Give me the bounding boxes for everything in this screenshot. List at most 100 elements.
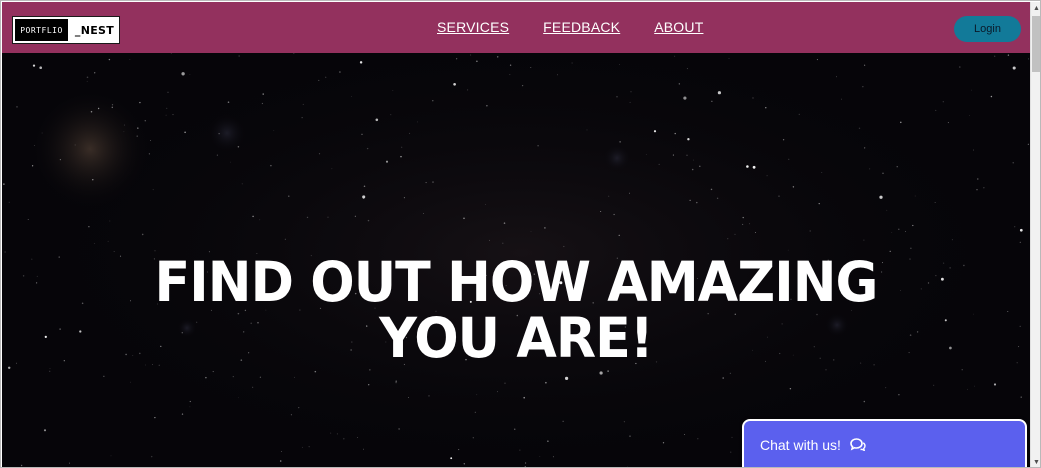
star xyxy=(363,448,364,450)
nav-link-feedback[interactable]: FEEDBACK xyxy=(543,19,620,35)
site-logo[interactable]: PORTFLIO _NEST xyxy=(12,16,120,44)
star xyxy=(123,124,126,126)
star xyxy=(301,117,303,119)
scroll-up-arrow-icon[interactable]: ▲ xyxy=(1031,2,1040,14)
star xyxy=(889,250,891,252)
star xyxy=(458,449,460,451)
star xyxy=(1027,143,1029,145)
star xyxy=(59,159,61,161)
star xyxy=(545,381,547,384)
nav-link-about[interactable]: ABOUT xyxy=(654,19,703,35)
star xyxy=(496,56,499,58)
star xyxy=(366,147,369,150)
star xyxy=(1018,346,1020,348)
star xyxy=(408,397,409,398)
scroll-down-arrow-icon[interactable]: ▼ xyxy=(1031,456,1040,467)
star xyxy=(139,101,141,104)
star xyxy=(684,433,686,435)
logo-left-text: PORTFLIO xyxy=(13,17,70,43)
star xyxy=(308,446,310,448)
star xyxy=(298,406,300,409)
star xyxy=(524,466,527,467)
star xyxy=(942,101,944,103)
star xyxy=(509,64,512,66)
star xyxy=(607,370,609,372)
star xyxy=(189,406,191,408)
star xyxy=(92,179,94,181)
nav-links: SERVICES FEEDBACK ABOUT xyxy=(437,19,703,35)
star xyxy=(486,105,488,107)
star xyxy=(181,72,185,76)
star xyxy=(1019,241,1021,243)
star xyxy=(432,181,434,183)
star xyxy=(456,58,458,60)
star xyxy=(653,130,657,133)
star xyxy=(825,369,827,371)
star xyxy=(423,213,424,214)
star xyxy=(41,132,43,134)
star xyxy=(97,107,100,110)
star xyxy=(336,433,338,435)
page-scrollbar[interactable]: ▲ ▼ xyxy=(1030,2,1040,467)
hero-title: FIND OUT HOW AMAZING YOU ARE! xyxy=(28,254,1005,366)
star xyxy=(94,72,96,74)
star xyxy=(1019,228,1023,232)
star xyxy=(891,232,893,233)
nav-link-services[interactable]: SERVICES xyxy=(437,19,509,35)
star xyxy=(778,195,780,197)
star xyxy=(488,239,490,241)
star xyxy=(325,76,327,78)
browser-viewport: PORTFLIO _NEST SERVICES FEEDBACK ABOUT L… xyxy=(0,0,1041,468)
login-button[interactable]: Login xyxy=(954,16,1021,42)
star xyxy=(392,90,394,91)
star xyxy=(288,195,290,197)
star xyxy=(798,113,800,116)
star xyxy=(306,216,309,219)
star xyxy=(172,114,174,116)
star xyxy=(629,192,630,194)
star xyxy=(836,76,837,78)
star xyxy=(472,437,474,439)
star xyxy=(398,428,400,430)
star xyxy=(230,161,231,163)
star xyxy=(765,107,767,109)
chat-widget[interactable]: Chat with us! xyxy=(742,419,1027,467)
star xyxy=(983,187,985,189)
star xyxy=(150,455,153,458)
star xyxy=(467,89,469,91)
star xyxy=(879,195,883,199)
star xyxy=(252,386,254,388)
star xyxy=(731,436,733,438)
star xyxy=(674,132,676,135)
star xyxy=(934,202,936,203)
star xyxy=(972,149,974,151)
star xyxy=(16,106,18,108)
star xyxy=(882,172,884,174)
star xyxy=(259,376,262,378)
scrollbar-thumb[interactable] xyxy=(1032,16,1040,72)
star xyxy=(33,145,35,146)
star xyxy=(109,220,111,222)
star xyxy=(557,74,558,76)
star xyxy=(110,455,112,457)
star xyxy=(608,195,610,197)
star xyxy=(136,135,138,137)
star xyxy=(976,189,978,191)
star xyxy=(252,215,254,218)
star xyxy=(237,397,239,399)
star xyxy=(662,442,665,444)
star xyxy=(359,61,363,64)
star xyxy=(672,154,674,156)
star xyxy=(148,153,150,155)
star xyxy=(149,139,151,141)
star xyxy=(914,195,916,197)
star xyxy=(821,172,823,174)
star xyxy=(711,100,713,102)
star xyxy=(417,121,418,123)
star xyxy=(367,219,370,222)
star xyxy=(693,159,694,161)
star xyxy=(108,58,111,61)
star xyxy=(869,168,871,170)
star xyxy=(1019,325,1021,328)
star xyxy=(216,154,218,156)
